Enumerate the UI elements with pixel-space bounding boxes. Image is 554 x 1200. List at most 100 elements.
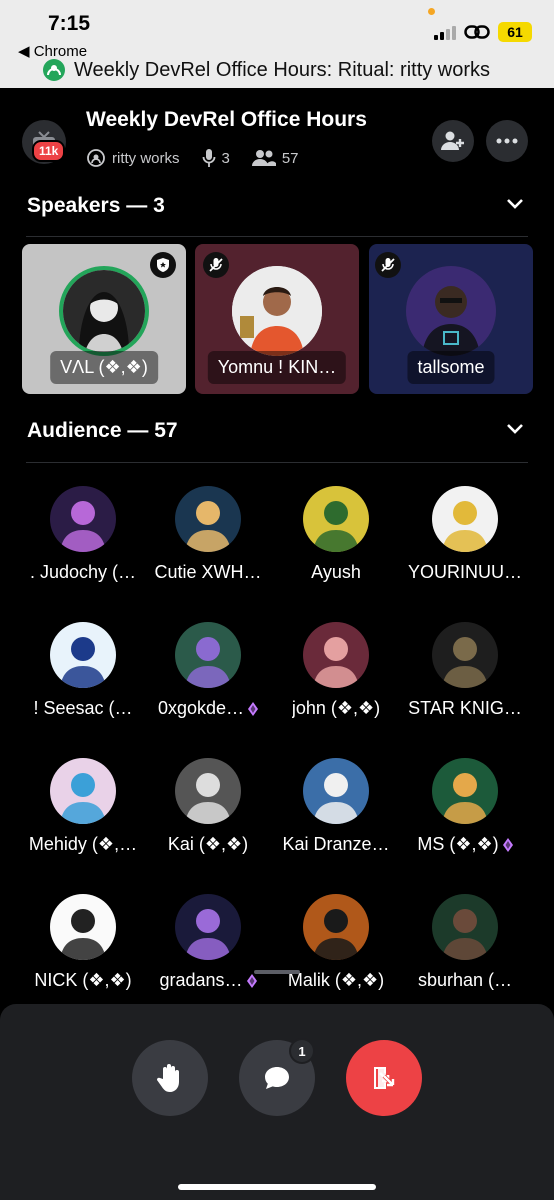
audience-name-row: Cutie XWH… xyxy=(139,562,277,583)
avatar xyxy=(432,894,498,960)
chat-bubble-icon xyxy=(265,1067,289,1089)
raise-hand-button[interactable] xyxy=(132,1040,208,1116)
audience-name: Kai (❖,❖) xyxy=(167,834,249,854)
speakers-heading: Speakers — 3 xyxy=(27,194,165,217)
audience-member[interactable]: STAR KNIG… xyxy=(396,622,534,719)
avatar xyxy=(175,486,241,552)
speaker-card[interactable]: Yomnu ! KIN… xyxy=(195,244,359,394)
audience-name-row: . Judochy (… xyxy=(14,562,152,583)
leave-stage-button[interactable] xyxy=(346,1040,422,1116)
avatar xyxy=(432,622,498,688)
avatar xyxy=(59,266,149,356)
audience-name: Cutie XWH… xyxy=(154,562,262,582)
microphone-icon xyxy=(202,149,215,167)
audience-heading: Audience — 57 xyxy=(27,419,178,442)
avatar xyxy=(175,894,241,960)
avatar xyxy=(303,894,369,960)
privacy-indicator-dot xyxy=(428,8,435,15)
speaker-name: Yomnu ! KIN… xyxy=(207,351,347,384)
scroll-indicator[interactable] xyxy=(254,970,300,974)
audience-name: 0xgokde… xyxy=(157,698,245,718)
audience-name: . Judochy (… xyxy=(29,562,137,582)
audience-member[interactable]: Ayush xyxy=(267,486,405,583)
audience-name: Mehidy (❖,… xyxy=(28,834,138,854)
audience-name-row: 0xgokde… xyxy=(139,698,277,719)
ellipsis-icon xyxy=(496,138,518,144)
audience-member[interactable]: . Judochy (… xyxy=(14,486,152,583)
avatar xyxy=(50,622,116,688)
avatar xyxy=(303,486,369,552)
chevron-down-icon xyxy=(507,424,523,434)
stage-channel-icon xyxy=(43,59,65,81)
audience-member[interactable]: ! Seesac (… xyxy=(14,622,152,719)
audience-name-row: STAR KNIG… xyxy=(396,698,534,719)
speaker-card[interactable]: tallsome xyxy=(369,244,533,394)
audience-name-row: YOURINUU… xyxy=(396,562,534,583)
audience-name-row: Kai (❖,❖) xyxy=(139,834,277,855)
home-indicator[interactable] xyxy=(178,1184,376,1190)
avatar xyxy=(432,486,498,552)
status-icons: 61 xyxy=(434,22,532,42)
add-person-icon xyxy=(441,131,464,150)
divider xyxy=(26,236,528,237)
avatar xyxy=(175,758,241,824)
audience-name: STAR KNIG… xyxy=(408,698,522,718)
audience-name: YOURINUU… xyxy=(407,562,522,582)
invite-button[interactable] xyxy=(432,120,474,162)
audience-member[interactable]: john (❖,❖) xyxy=(267,622,405,719)
audience-name-row: Kai Dranze… xyxy=(267,834,405,855)
audience-name: sburhan (… xyxy=(417,970,513,990)
audience-member[interactable]: gradans… xyxy=(139,894,277,991)
audience-member[interactable]: Mehidy (❖,… xyxy=(14,758,152,855)
listener-count: 57 xyxy=(281,149,299,167)
audience-name-row: sburhan (… xyxy=(396,970,534,991)
avatar xyxy=(175,622,241,688)
audience-member[interactable]: Kai Dranze… xyxy=(267,758,405,855)
avatar xyxy=(432,758,498,824)
speaker-card[interactable]: VΛL (❖,❖) xyxy=(22,244,186,394)
audience-name-row: ! Seesac (… xyxy=(14,698,152,719)
stage-header: 11k Weekly DevRel Office Hours ritty wor… xyxy=(0,100,554,180)
audience-member[interactable]: Kai (❖,❖) xyxy=(139,758,277,855)
audience-member[interactable]: NICK (❖,❖) xyxy=(14,894,152,991)
stage-meta: ritty works 3 57 xyxy=(86,148,299,168)
avatar xyxy=(303,622,369,688)
chat-button[interactable]: 1 xyxy=(239,1038,315,1116)
audience-name-row: Ayush xyxy=(267,562,405,583)
avatar xyxy=(232,266,322,356)
avatar xyxy=(50,894,116,960)
speakers-section-header[interactable]: Speakers — 3 xyxy=(0,186,554,226)
audience-name: Kai Dranze… xyxy=(282,834,390,854)
avatar xyxy=(50,758,116,824)
avatar xyxy=(406,266,496,356)
audience-member[interactable]: sburhan (… xyxy=(396,894,534,991)
more-options-button[interactable] xyxy=(486,120,528,162)
host-name: ritty works xyxy=(112,149,180,167)
audience-name: john (❖,❖) xyxy=(291,698,381,718)
audience-member[interactable]: MS (❖,❖) xyxy=(396,758,534,855)
moderator-shield-icon xyxy=(150,252,176,278)
stage-icon xyxy=(87,149,105,167)
audience-member[interactable]: YOURINUU… xyxy=(396,486,534,583)
audience-member[interactable]: 0xgokde… xyxy=(139,622,277,719)
audience-member[interactable]: Malik (❖,❖) xyxy=(267,894,405,991)
audience-member[interactable]: Cutie XWH… xyxy=(139,486,277,583)
muted-mic-icon xyxy=(375,252,401,278)
audience-section-header[interactable]: Audience — 57 xyxy=(0,411,554,451)
audience-name-row: NICK (❖,❖) xyxy=(14,970,152,991)
nitro-boost-gem-icon xyxy=(246,973,257,988)
clock: 7:15 xyxy=(48,12,91,35)
notification-badge: 11k xyxy=(32,140,66,162)
audience-name: NICK (❖,❖) xyxy=(34,970,132,990)
browser-tab-title[interactable]: Weekly DevRel Office Hours: Ritual: ritt… xyxy=(42,58,490,82)
muted-mic-icon xyxy=(203,252,229,278)
avatar xyxy=(50,486,116,552)
audience-name-row: john (❖,❖) xyxy=(267,698,405,719)
link-icon xyxy=(464,25,490,39)
stage-title: Weekly DevRel Office Hours xyxy=(86,108,367,131)
signal-icon xyxy=(434,24,456,40)
avatar xyxy=(303,758,369,824)
audience-name: Ayush xyxy=(311,562,361,582)
audience-name: MS (❖,❖) xyxy=(417,834,499,854)
battery-indicator: 61 xyxy=(498,22,532,42)
